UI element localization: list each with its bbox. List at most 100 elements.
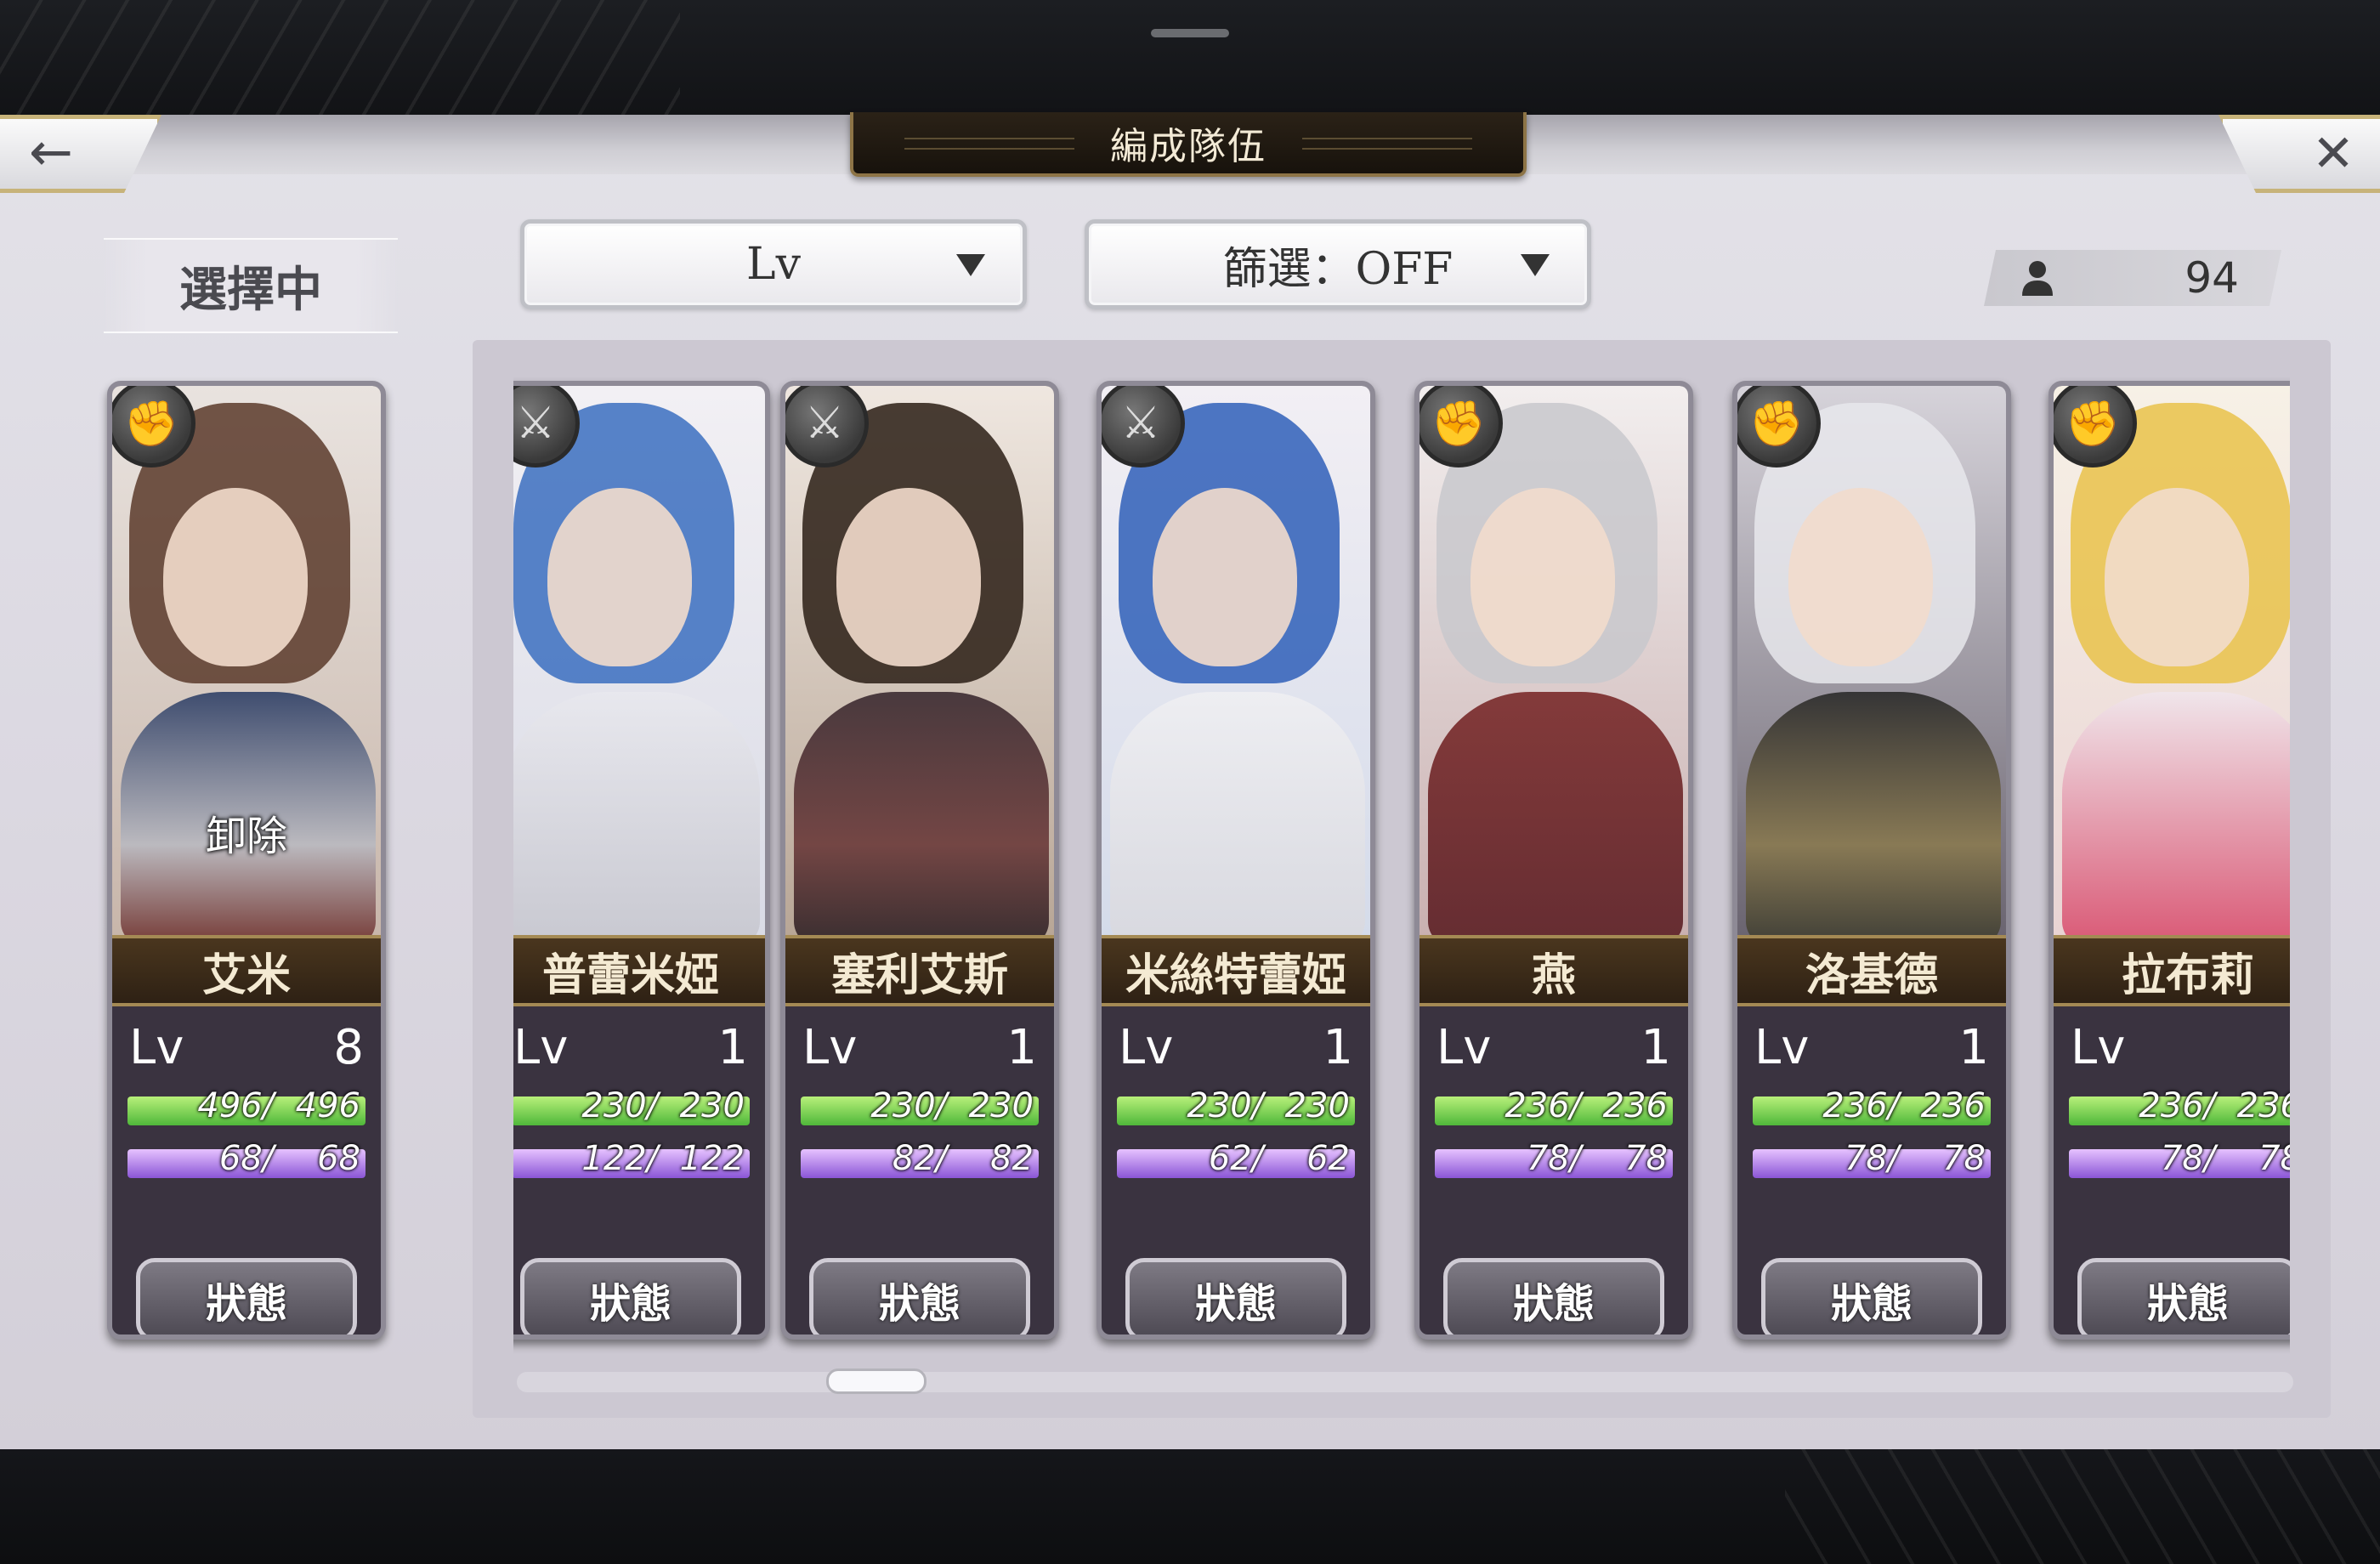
level-value: 1 <box>717 1020 748 1075</box>
mp-bar: 68/ 68 <box>128 1139 366 1178</box>
mp-value: 78/ 78 <box>1844 1139 1986 1178</box>
mp-bar: 82/ 82 <box>801 1139 1039 1178</box>
character-name: 燕 <box>1420 935 1688 1006</box>
character-stats: Lv 1 230/ 230 82/ 82 狀態 <box>785 1006 1054 1334</box>
character-name: 艾米 <box>112 935 381 1006</box>
sort-dropdown[interactable]: Lv <box>520 219 1027 309</box>
crossbow-icon: ⚔ <box>1102 386 1185 468</box>
hp-bar: 236/ 236 <box>1435 1086 1673 1125</box>
status-button[interactable]: 狀態 <box>809 1258 1030 1334</box>
hp-bar: 236/ 236 <box>2069 1086 2290 1125</box>
level-label: Lv <box>1754 1020 1810 1075</box>
mp-value: 78/ 78 <box>1526 1139 1668 1178</box>
status-button[interactable]: 狀態 <box>1443 1258 1664 1334</box>
character-portrait <box>1737 386 2006 947</box>
hp-value: 236/ 236 <box>2139 1086 2290 1125</box>
character-card[interactable]: ✊ 燕 Lv 1 236/ 236 78/ 78 狀態 <box>1414 381 1693 1340</box>
character-stats: Lv 1 236/ 236 78/ 78 狀態 <box>1737 1006 2006 1334</box>
hp-value: 230/ 230 <box>1187 1086 1350 1125</box>
character-portrait: 卸除 <box>112 386 381 947</box>
level-row: Lv 1 <box>1119 1020 1353 1080</box>
character-portrait <box>785 386 1054 947</box>
character-portrait <box>513 386 765 947</box>
fist-icon: ✊ <box>1737 386 1821 468</box>
grab-handle[interactable] <box>1151 29 1229 37</box>
top-frame <box>0 0 2380 115</box>
level-row: Lv <box>2071 1020 2290 1080</box>
status-button[interactable]: 狀態 <box>1761 1258 1982 1334</box>
chevron-down-icon <box>1521 254 1550 276</box>
close-icon: ✕ <box>2311 124 2355 184</box>
mp-value: 68/ 68 <box>218 1139 360 1178</box>
level-value: 1 <box>1640 1020 1671 1075</box>
chevron-down-icon <box>956 254 985 276</box>
mp-value: 62/ 62 <box>1208 1139 1350 1178</box>
status-button[interactable]: 狀態 <box>1125 1258 1346 1334</box>
level-label: Lv <box>513 1020 569 1075</box>
status-button[interactable]: 狀態 <box>2077 1258 2290 1334</box>
scrollbar-thumb[interactable] <box>826 1368 926 1394</box>
fist-icon: ✊ <box>112 386 196 468</box>
hp-value: 230/ 230 <box>870 1086 1034 1125</box>
bottom-frame <box>0 1449 2380 1564</box>
scroll-track[interactable] <box>517 1372 2293 1392</box>
unit-count-value: 94 <box>2184 253 2239 303</box>
character-card[interactable]: ✊ 洛基德 Lv 1 236/ 236 78/ 78 狀態 <box>1732 381 2011 1340</box>
page-title: 編成隊伍 <box>1110 125 1266 168</box>
character-card[interactable]: ⚔ 普蕾米婭 Lv 1 230/ 230 122/ 122 狀態 <box>513 381 770 1340</box>
filter-dropdown-value: 篩選：OFF <box>1222 243 1454 295</box>
hp-value: 236/ 236 <box>1822 1086 1986 1125</box>
status-button[interactable]: 狀態 <box>520 1258 741 1334</box>
character-card[interactable]: ✊ 拉布莉 Lv 236/ 236 78/ 78 狀態 <box>2048 381 2290 1340</box>
level-row: Lv 1 <box>1436 1020 1671 1080</box>
fist-icon: ✊ <box>2054 386 2137 468</box>
character-stats: Lv 8 496/ 496 68/ 68 狀態 <box>112 1006 381 1334</box>
mp-value: 122/ 122 <box>581 1139 745 1178</box>
hp-bar: 230/ 230 <box>801 1086 1039 1125</box>
level-value: 8 <box>333 1020 364 1075</box>
selecting-label: 選擇中 <box>104 238 398 333</box>
level-value: 1 <box>1958 1020 1989 1075</box>
mp-bar: 62/ 62 <box>1117 1139 1355 1178</box>
character-portrait <box>2054 386 2290 947</box>
title-plate: 編成隊伍 <box>850 112 1527 177</box>
level-label: Lv <box>129 1020 184 1075</box>
level-row: Lv 1 <box>802 1020 1037 1080</box>
fist-icon: ✊ <box>1420 386 1503 468</box>
character-name: 米絲特蕾婭 <box>1102 935 1370 1006</box>
hp-bar: 230/ 230 <box>1117 1086 1355 1125</box>
mp-bar: 78/ 78 <box>2069 1139 2290 1178</box>
level-label: Lv <box>1119 1020 1174 1075</box>
character-name: 洛基德 <box>1737 935 2006 1006</box>
remove-label: 卸除 <box>205 813 287 860</box>
mp-value: 78/ 78 <box>2160 1139 2290 1178</box>
character-card[interactable]: ⚔ 塞利艾斯 Lv 1 230/ 230 82/ 82 狀態 <box>780 381 1059 1340</box>
level-row: Lv 1 <box>1754 1020 1989 1080</box>
sort-dropdown-value: Lv <box>746 239 801 290</box>
hp-bar: 236/ 236 <box>1753 1086 1991 1125</box>
level-label: Lv <box>802 1020 858 1075</box>
character-name: 普蕾米婭 <box>513 935 765 1006</box>
mp-bar: 78/ 78 <box>1753 1139 1991 1178</box>
level-label: Lv <box>2071 1020 2126 1075</box>
character-stats: Lv 1 230/ 230 122/ 122 狀態 <box>513 1006 765 1334</box>
character-stats: Lv 236/ 236 78/ 78 狀態 <box>2054 1006 2290 1334</box>
hp-value: 496/ 496 <box>197 1086 360 1125</box>
title-ornament-right <box>1302 138 1472 150</box>
hp-bar: 230/ 230 <box>513 1086 750 1125</box>
level-value: 1 <box>1006 1020 1037 1075</box>
mp-value: 82/ 82 <box>892 1139 1034 1178</box>
hp-bar: 496/ 496 <box>128 1086 366 1125</box>
selected-character-card[interactable]: 卸除 ✊ 艾米 Lv 8 496/ 496 68/ 68 狀態 <box>107 381 386 1340</box>
level-value: 1 <box>1323 1020 1353 1075</box>
character-name: 塞利艾斯 <box>785 935 1054 1006</box>
hp-value: 236/ 236 <box>1504 1086 1668 1125</box>
filter-dropdown[interactable]: 篩選：OFF <box>1085 219 1591 309</box>
status-button[interactable]: 狀態 <box>136 1258 357 1334</box>
person-icon <box>2022 261 2053 296</box>
hp-value: 230/ 230 <box>581 1086 745 1125</box>
mp-bar: 122/ 122 <box>513 1139 750 1178</box>
character-card[interactable]: ⚔ 米絲特蕾婭 Lv 1 230/ 230 62/ 62 狀態 <box>1096 381 1375 1340</box>
character-list[interactable]: ⚔ 普蕾米婭 Lv 1 230/ 230 122/ 122 狀態 ⚔ 塞利艾斯 <box>513 340 2290 1360</box>
unit-count: 94 <box>1984 250 2281 306</box>
